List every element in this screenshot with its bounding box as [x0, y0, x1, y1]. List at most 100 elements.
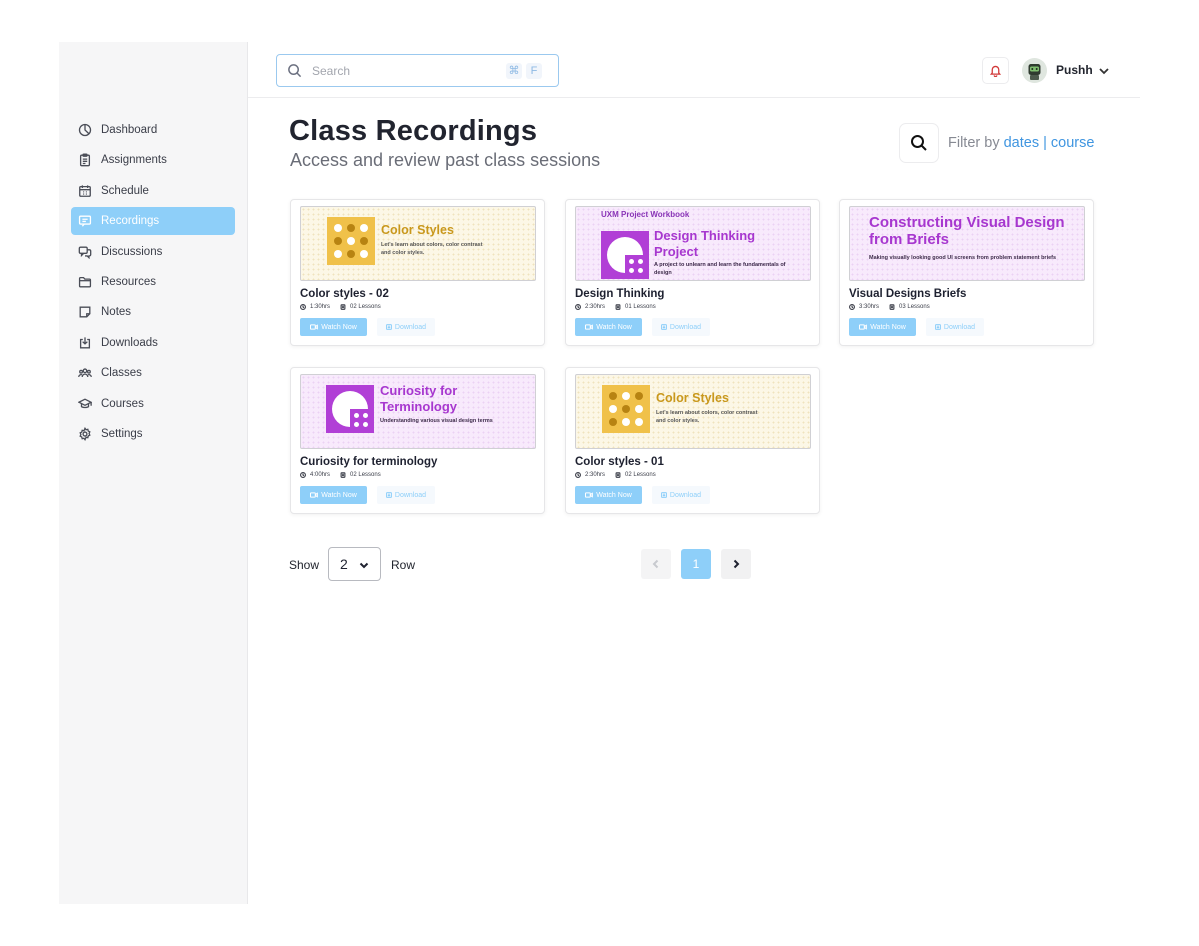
row-label: Row [391, 558, 416, 572]
sidebar-nav: Dashboard Assignments Schedule Recording… [71, 116, 235, 450]
thumbnail-heading: Color Styles [381, 223, 454, 237]
thumbnail-heading: Design Thinking Project [654, 228, 756, 259]
sidebar-item-discussions[interactable]: Discussions [71, 238, 235, 266]
download-icon [385, 324, 392, 330]
notification-button[interactable] [982, 57, 1009, 84]
rows-per-page-select[interactable]: 2 [328, 547, 381, 581]
watch-now-label: Watch Now [596, 491, 632, 499]
watch-now-button[interactable]: Watch Now [300, 318, 367, 336]
sidebar-item-courses[interactable]: Courses [71, 390, 235, 418]
graduation-cap-icon [78, 397, 92, 411]
sidebar-item-downloads[interactable]: Downloads [71, 329, 235, 357]
sidebar: Dashboard Assignments Schedule Recording… [59, 42, 248, 904]
download-button[interactable]: Download [652, 486, 710, 504]
sidebar-item-schedule[interactable]: Schedule [71, 177, 235, 205]
video-camera-icon [585, 324, 594, 330]
avatar[interactable] [1022, 58, 1047, 83]
recording-thumbnail[interactable]: Constructing Visual Design from Briefs M… [849, 206, 1085, 281]
next-page-button[interactable] [721, 549, 751, 579]
user-name[interactable]: Pushh [1056, 63, 1093, 77]
rows-per-page-value: 2 [340, 556, 348, 572]
lessons-icon [615, 304, 621, 310]
filter-by-dates-link[interactable]: dates [1004, 135, 1039, 151]
download-label: Download [394, 323, 427, 331]
card-duration: 1:30hrs [310, 304, 331, 310]
download-button[interactable]: Download [377, 318, 435, 336]
watch-now-button[interactable]: Watch Now [575, 318, 642, 336]
video-camera-icon [859, 324, 868, 330]
card-duration: 4:00hrs [310, 472, 331, 478]
thumbnail-text: A project to unlearn and learn the funda… [654, 262, 786, 276]
card-meta: 2:30hrs 01 Lessons [575, 304, 666, 310]
download-button[interactable]: Download [377, 486, 435, 504]
sidebar-item-notes[interactable]: Notes [71, 298, 235, 326]
watch-now-button[interactable]: Watch Now [300, 486, 367, 504]
lessons-icon [889, 304, 895, 310]
download-icon [78, 336, 92, 350]
clock-icon [300, 304, 306, 310]
filter-search-button[interactable] [899, 123, 939, 163]
recording-thumbnail[interactable]: Color Styles Let's learn about colors, c… [300, 206, 536, 281]
recording-thumbnail[interactable]: Color Styles Let's learn about colors, c… [575, 374, 811, 449]
clipboard-icon [78, 153, 92, 167]
video-camera-icon [585, 492, 594, 498]
download-button[interactable]: Download [652, 318, 710, 336]
download-button[interactable]: Download [926, 318, 984, 336]
page-number-button[interactable]: 1 [681, 549, 711, 579]
previous-page-button[interactable] [641, 549, 671, 579]
sidebar-item-resources[interactable]: Resources [71, 268, 235, 296]
clock-icon [849, 304, 855, 310]
sidebar-item-settings[interactable]: Settings [71, 420, 235, 448]
watch-now-button[interactable]: Watch Now [575, 486, 642, 504]
sidebar-item-dashboard[interactable]: Dashboard [71, 116, 235, 144]
avatar-icon [1022, 58, 1047, 83]
color-dots-graphic [327, 217, 375, 265]
card-title: Color styles - 02 [300, 288, 389, 300]
bell-icon [989, 65, 1002, 77]
clock-icon [575, 304, 581, 310]
page-subtitle: Access and review past class sessions [290, 150, 601, 170]
search-icon [288, 64, 302, 78]
watch-now-label: Watch Now [321, 323, 357, 331]
shortcut-key-cmd: ⌘ [506, 62, 522, 79]
shortcut-key-f: F [526, 62, 542, 79]
chevron-left-icon [652, 559, 659, 569]
lessons-icon [340, 472, 346, 478]
card-lessons: 01 Lessons [625, 304, 656, 310]
thumbnail-text: Making visually looking good UI screens … [869, 255, 1057, 261]
watch-now-button[interactable]: Watch Now [849, 318, 916, 336]
search-bar[interactable]: ⌘ F [276, 54, 559, 87]
sidebar-item-label: Recordings [101, 215, 160, 228]
download-icon [660, 492, 667, 498]
download-icon [385, 492, 392, 498]
download-label: Download [394, 491, 427, 499]
pie-graphic [601, 231, 649, 279]
recording-thumbnail[interactable]: Curiosity for Terminology Understanding … [300, 374, 536, 449]
topbar: ⌘ F Pushh [248, 42, 1140, 98]
sidebar-item-label: Dashboard [101, 124, 158, 136]
sidebar-item-classes[interactable]: Classes [71, 359, 235, 387]
thumbnail-heading: Constructing Visual Design from Briefs [869, 214, 1065, 249]
sidebar-item-label: Resources [101, 275, 156, 288]
sidebar-item-assignments[interactable]: Assignments [71, 146, 235, 174]
download-label: Download [943, 323, 976, 331]
filter-prefix: Filter by [948, 135, 1000, 151]
recording-card: Curiosity for Terminology Understanding … [290, 367, 545, 514]
recording-thumbnail[interactable]: UXM Project Workbook Design Thinking Pro… [575, 206, 811, 281]
note-icon [78, 305, 92, 319]
download-label: Download [669, 491, 702, 499]
sidebar-item-label: Downloads [101, 336, 158, 349]
clock-icon [300, 472, 306, 478]
chevron-down-icon [1099, 68, 1109, 75]
card-duration: 2:30hrs [585, 472, 606, 478]
search-input[interactable] [312, 63, 502, 78]
search-icon [911, 135, 927, 151]
filter-separator: | [1043, 135, 1047, 151]
card-title: Design Thinking [575, 288, 665, 300]
filter-by-course-link[interactable]: course [1051, 135, 1095, 151]
user-menu-toggle[interactable] [1097, 64, 1111, 78]
sidebar-item-recordings[interactable]: Recordings [71, 207, 235, 236]
card-title: Visual Designs Briefs [849, 288, 967, 300]
card-duration: 3:30hrs [859, 304, 880, 310]
calendar-icon [78, 184, 92, 198]
